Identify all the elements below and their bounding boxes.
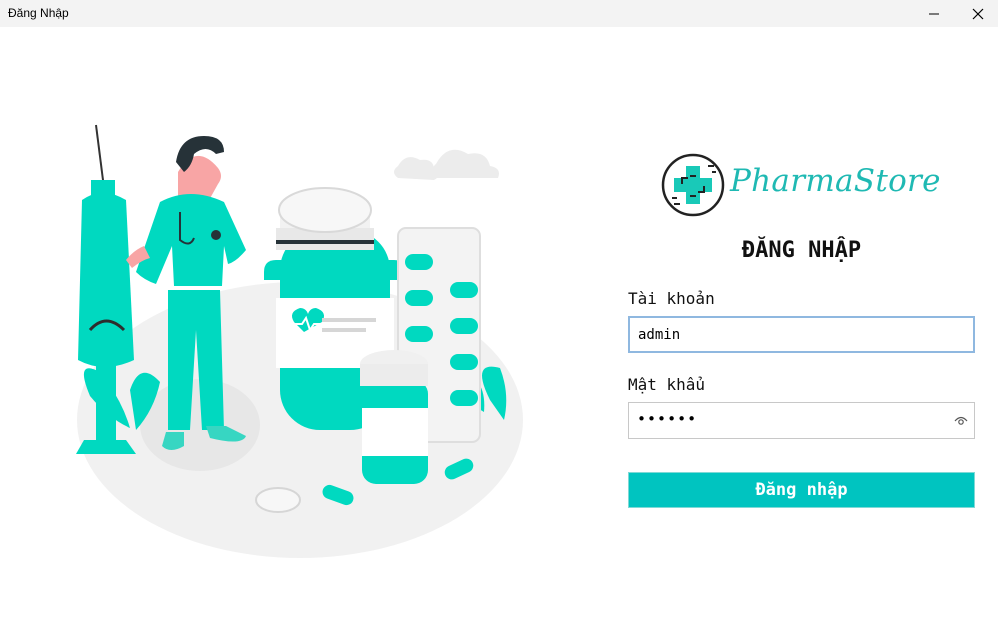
username-label: Tài khoản <box>628 289 715 308</box>
password-field[interactable]: •••••• <box>628 402 975 439</box>
title-bar: Đăng Nhập <box>0 0 998 27</box>
close-button[interactable] <box>955 0 998 27</box>
page-title: ĐĂNG NHẬP <box>741 238 862 263</box>
pharmacy-cross-logo-icon <box>661 153 725 217</box>
login-button[interactable]: Đăng nhập <box>628 472 975 508</box>
pharmacist-illustration <box>76 124 523 558</box>
close-icon <box>972 8 984 19</box>
username-value: admin <box>638 327 681 343</box>
window-title: Đăng Nhập <box>8 6 69 20</box>
password-label: Mật khẩu <box>628 375 706 394</box>
brand-name: PharmaStore <box>730 163 941 199</box>
password-value: •••••• <box>637 410 698 428</box>
username-field[interactable]: admin <box>628 316 975 353</box>
minimize-icon <box>929 13 939 14</box>
eye-icon[interactable] <box>954 415 968 427</box>
minimize-button[interactable] <box>911 0 957 27</box>
